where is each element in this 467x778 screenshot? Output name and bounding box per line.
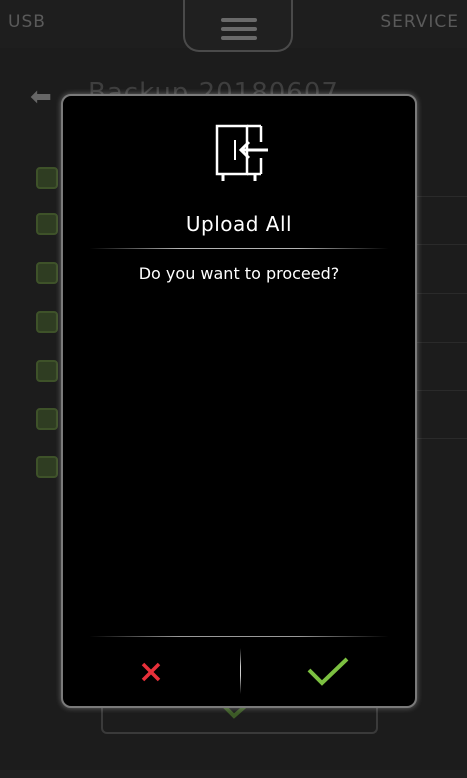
cancel-button[interactable]	[63, 644, 239, 700]
usb-tab[interactable]: USB	[8, 12, 46, 32]
row-checkbox[interactable]	[36, 262, 58, 284]
row-checkbox[interactable]	[36, 456, 58, 478]
row-checkbox[interactable]	[36, 167, 58, 189]
checkmark-icon	[307, 657, 349, 686]
bottom-strip	[0, 770, 467, 778]
oven-door-upload-icon	[215, 124, 268, 181]
screen: USB SERVICE ⬅ Backup 20180607 Upload All…	[0, 0, 467, 778]
upload-all-dialog: Upload All Do you want to proceed?	[61, 94, 417, 708]
cross-icon	[141, 662, 161, 682]
row-checkbox[interactable]	[36, 311, 58, 333]
buttons-divider	[89, 636, 389, 637]
service-tab[interactable]: SERVICE	[380, 12, 459, 32]
dialog-title: Upload All	[185, 212, 293, 236]
row-checkbox[interactable]	[36, 408, 58, 430]
title-divider	[89, 248, 389, 249]
confirm-button[interactable]	[241, 644, 415, 700]
menu-button[interactable]	[183, 0, 293, 52]
row-checkbox[interactable]	[36, 360, 58, 382]
dialog-message: Do you want to proceed?	[138, 264, 340, 283]
arrow-left-icon[interactable]: ⬅	[30, 82, 52, 112]
row-checkbox[interactable]	[36, 213, 58, 235]
